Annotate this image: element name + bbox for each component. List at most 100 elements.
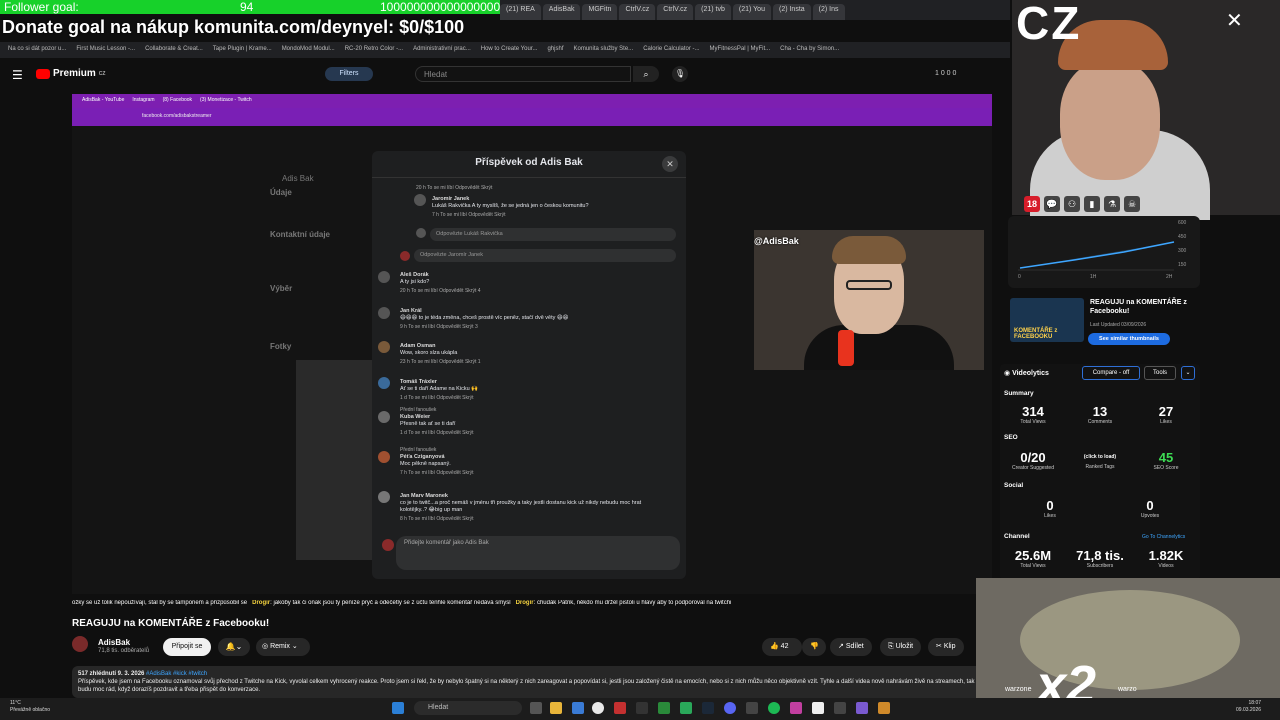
windows-start-icon[interactable] (392, 702, 404, 714)
clip-label: Klip (943, 643, 956, 650)
close-icon[interactable]: ✕ (662, 156, 678, 172)
app-icon[interactable] (658, 702, 670, 714)
bookmark-item[interactable]: Administrativní prac... (413, 46, 471, 54)
remix-button[interactable]: ◎ Remix ⌄ (256, 638, 310, 656)
comment: Jan Král 😄😄😄 to je téda změna, chceš pro… (400, 308, 670, 331)
spotify-icon[interactable] (768, 702, 780, 714)
hamburger-menu-icon[interactable]: ☰ (12, 68, 23, 82)
app-icon[interactable] (636, 702, 648, 714)
share-button[interactable]: ↗ Sdílet (830, 638, 872, 656)
app-icon[interactable] (856, 702, 868, 714)
browser-tab[interactable]: (21) tvb (695, 4, 731, 20)
comment-input[interactable]: Přidejte komentář jako Adis Bak (396, 536, 680, 570)
browser-tab[interactable]: AdisBak (542, 4, 581, 20)
bookmark-item[interactable]: How to Create Your... (481, 46, 538, 54)
taskbar-clock[interactable]: 18:07 09.03.2026 (1236, 700, 1261, 714)
filters-button[interactable]: Filters (325, 67, 373, 81)
discord-icon[interactable] (724, 702, 736, 714)
bookmark-item[interactable]: Collaborate & Creat... (145, 46, 203, 54)
channel-name[interactable]: AdisBak (98, 638, 130, 647)
search-input[interactable]: Hledat (415, 66, 631, 82)
comment-author[interactable]: Adam Osman (400, 343, 670, 350)
dislike-button[interactable]: 👎 (802, 638, 826, 656)
app-icon[interactable] (790, 702, 802, 714)
browser-tab[interactable]: MGFitn (582, 4, 618, 20)
compare-toggle[interactable]: Compare - off (1082, 366, 1140, 380)
task-view-icon[interactable] (530, 702, 542, 714)
comment-author[interactable]: Péťa Cziganyová (400, 454, 670, 461)
app-icon[interactable] (834, 702, 846, 714)
go-to-channelytics-link[interactable]: Go To Channelytics (1142, 534, 1185, 540)
stat-value[interactable]: (click to load) (1075, 450, 1125, 464)
calendar-icon[interactable] (572, 702, 584, 714)
bookmark-item[interactable]: MyFitnessPal | MyFit... (710, 46, 771, 54)
avatar (378, 377, 390, 389)
channel-avatar[interactable] (72, 636, 88, 652)
join-button[interactable]: Připojit se (163, 638, 211, 656)
stat-ranked-tags[interactable]: (click to load) Ranked Tags (1075, 450, 1125, 470)
bookmark-item[interactable]: Tape Plugin | Krame... (213, 46, 272, 54)
browser-tab[interactable]: (21) REA (500, 4, 541, 20)
comment-text: Wow, skoro slza ukápla (400, 350, 458, 356)
browser-tab[interactable]: (21) You (732, 4, 771, 20)
xbox-icon[interactable] (680, 702, 692, 714)
taskbar-search[interactable]: Hledat (414, 701, 522, 715)
tools-dropdown[interactable]: Tools (1144, 366, 1176, 380)
comment-author[interactable]: Jan Král (400, 308, 670, 315)
browser-tab[interactable]: CtrlV.cz (619, 4, 656, 20)
weather-widget[interactable]: 11°C Převážně oblačno (10, 700, 50, 714)
save-button[interactable]: ⎘ Uložit (880, 638, 922, 656)
bookmark-item[interactable]: RC-20 Retro Color -... (345, 46, 403, 54)
file-explorer-icon[interactable] (550, 702, 562, 714)
app-icon[interactable] (878, 702, 890, 714)
comment-author[interactable]: Tomáš Tráxler (400, 379, 670, 386)
bookmark-item[interactable]: MondoMod Modul... (282, 46, 335, 54)
description-tags[interactable]: #AdisBak #kick #twitch (146, 671, 207, 677)
reply-input[interactable]: Odpovězte Jaromír Janek (414, 249, 676, 262)
comment-author[interactable]: Jan Marv Maronek (400, 493, 650, 500)
bookmark-item[interactable]: ghjshf (547, 46, 563, 54)
video-description[interactable]: 517 zhlédnutí 9. 3. 2026 #AdisBak #kick … (72, 666, 982, 698)
comment-text: co je to twitč...a proč nemáš v jménu tř… (400, 500, 642, 513)
stat-comments: 13 Comments (1075, 404, 1125, 425)
reply-input[interactable]: Odpovězte Lukáš Rakvička (430, 228, 676, 241)
comment-text: 😄😄😄 to je téda změna, chceš prostě víc p… (400, 315, 569, 321)
chrome-icon[interactable] (592, 702, 604, 714)
ticker-text: jakoby tak či onak jsou ty peníze pryč a… (273, 600, 511, 606)
comment: Tomáš Tráxler Ať se ti daří Adame na Kic… (400, 379, 670, 402)
video-player[interactable]: AdisBak - YouTube Instagram (8) Facebook… (72, 94, 992, 594)
microphone-icon[interactable]: 🎙 (672, 66, 688, 82)
webcam-face (1060, 60, 1160, 180)
browser-tab[interactable]: CtrlV.cz (657, 4, 694, 20)
youtube-logo[interactable]: Premium CZ (36, 68, 105, 79)
app-icon[interactable] (812, 702, 824, 714)
like-button[interactable]: 👍 42 (762, 638, 802, 656)
video-thumbnail[interactable]: KOMENTÁŘE z FACEBOOKU (1010, 298, 1084, 342)
x-logo-icon: ✕ (1226, 10, 1243, 32)
bookmark-item[interactable]: Komunita služby Ste... (573, 46, 633, 54)
bookmark-item[interactable]: Na co si dát pozor u... (8, 46, 66, 54)
chat-ticker: ožky se už tolik nepoužívají, stal by se… (72, 600, 732, 606)
fb-fotky-heading: Fotky (270, 342, 292, 351)
bookmark-item[interactable]: Cha - Cha by Simon... (780, 46, 839, 54)
steam-icon[interactable] (702, 702, 714, 714)
chevron-down-icon[interactable]: ⌄ (1181, 366, 1195, 380)
inner-tab: AdisBak - YouTube (82, 97, 125, 103)
bookmark-item[interactable]: Calorie Calculator -... (643, 46, 699, 54)
comment-text: Lukáš Rakvička A ty myslíš, že se jedná … (432, 203, 589, 209)
search-icon[interactable]: ⌕ (633, 66, 659, 82)
comment-author[interactable]: Kuba Weier (400, 414, 670, 421)
comment-meta: 7 h To se mi líbí Odpovědět Skrýt (400, 470, 474, 476)
app-icon[interactable] (614, 702, 626, 714)
thumb-up-icon: 👍 (770, 643, 779, 650)
comment-author[interactable]: Jaromír Janek (432, 196, 662, 203)
bell-icon[interactable]: 🔔⌄ (218, 638, 250, 656)
bookmark-item[interactable]: First Music Lesson -... (76, 46, 135, 54)
browser-tab[interactable]: (2) Insta (772, 4, 811, 20)
app-icon[interactable] (746, 702, 758, 714)
thumbnail-text: KOMENTÁŘE z FACEBOOKU (1014, 328, 1058, 340)
clip-button[interactable]: ✂ Klip (928, 638, 964, 656)
browser-tab[interactable]: (2) Ins (812, 4, 845, 20)
comment-author[interactable]: Aleš Dorák (400, 272, 670, 279)
similar-thumbnails-button[interactable]: See similar thumbnails (1088, 333, 1170, 345)
